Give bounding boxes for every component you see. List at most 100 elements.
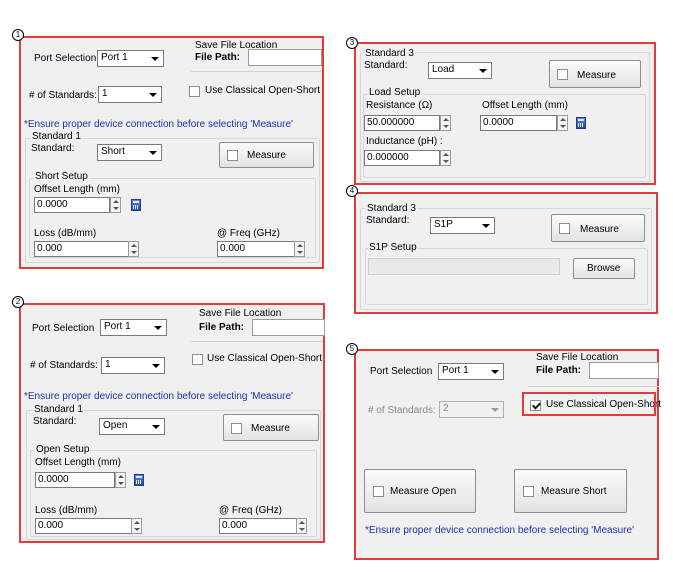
freq-input[interactable]: 0.000 xyxy=(219,518,297,534)
freq-spinner[interactable] xyxy=(294,241,305,257)
offset-length-input[interactable]: 0.0000 xyxy=(480,115,557,131)
offset-length-label: Offset Length (mm) xyxy=(34,184,120,195)
num-standards-label: # of Standards: xyxy=(29,90,97,101)
setup-group-label: Load Setup xyxy=(368,87,422,98)
resistance-value: 50.000000 xyxy=(367,117,415,128)
setup-group-label: Open Setup xyxy=(35,444,91,455)
measure-open-button[interactable]: Measure Open xyxy=(364,469,476,513)
port-select[interactable]: Port 1 xyxy=(438,363,504,380)
file-path-input[interactable] xyxy=(589,362,659,379)
standard-label: Standard: xyxy=(366,215,410,226)
offset-length-value: 0.0000 xyxy=(37,199,68,210)
measure-button[interactable]: Measure xyxy=(549,60,641,88)
measure-button[interactable]: Measure xyxy=(551,214,645,242)
port-select[interactable]: Port 1 xyxy=(100,319,167,336)
measure-short-button[interactable]: Measure Short xyxy=(514,469,627,513)
offset-length-input[interactable]: 0.0000 xyxy=(34,197,110,213)
freq-label: @ Freq (GHz) xyxy=(219,505,282,516)
port-select-value: Port 1 xyxy=(442,365,469,376)
calculator-icon[interactable] xyxy=(131,199,141,211)
measure-short-checkbox xyxy=(523,486,534,497)
loss-spinner[interactable] xyxy=(131,518,142,534)
browse-button-label: Browse xyxy=(587,263,621,274)
measure-open-checkbox xyxy=(373,486,384,497)
save-file-location-label: Save File Location xyxy=(199,308,282,319)
browse-button[interactable]: Browse xyxy=(573,258,635,279)
calculator-icon[interactable] xyxy=(134,474,144,486)
offset-length-spinner[interactable] xyxy=(557,115,568,131)
file-path-input[interactable] xyxy=(248,49,322,66)
loss-input[interactable]: 0.000 xyxy=(35,518,132,534)
offset-length-input[interactable]: 0.0000 xyxy=(35,472,115,488)
marker-3: 3 xyxy=(346,37,358,49)
standard-select[interactable]: S1P xyxy=(430,217,495,234)
loss-spinner[interactable] xyxy=(128,241,139,257)
measure-button[interactable]: Measure xyxy=(223,414,319,441)
file-path-label: File Path: xyxy=(536,365,582,376)
chevron-down-icon xyxy=(491,370,499,374)
freq-value: 0.000 xyxy=(222,520,248,531)
loss-label: Loss (dB/mm) xyxy=(35,505,98,516)
resistance-spinner[interactable] xyxy=(440,115,451,131)
inductance-spinner[interactable] xyxy=(440,150,451,166)
chevron-down-icon xyxy=(152,425,160,429)
inductance-input[interactable]: 0.000000 xyxy=(364,150,440,166)
inductance-value: 0.000000 xyxy=(367,152,409,163)
standard-select[interactable]: Load xyxy=(428,62,492,79)
offset-length-label: Offset Length (mm) xyxy=(35,457,121,468)
measure-checkbox xyxy=(557,69,568,80)
port-selection-label: Port Selection xyxy=(34,53,97,64)
loss-value: 0.000 xyxy=(37,243,63,254)
chevron-down-icon xyxy=(491,408,499,412)
measure-note: *Ensure proper device connection before … xyxy=(24,391,293,402)
loss-input[interactable]: 0.000 xyxy=(34,241,129,257)
measure-button-label: Measure xyxy=(247,150,286,161)
resistance-input[interactable]: 50.000000 xyxy=(364,115,440,131)
freq-spinner[interactable] xyxy=(296,518,307,534)
file-path-label: File Path: xyxy=(195,52,241,63)
file-path-input[interactable] xyxy=(252,319,325,336)
classical-open-short-checkbox[interactable] xyxy=(192,354,203,365)
num-standards-label: # of Standards: xyxy=(30,360,98,371)
offset-length-spinner[interactable] xyxy=(115,472,126,488)
marker-4: 4 xyxy=(346,185,358,197)
standard-select-value: Open xyxy=(103,420,128,431)
offset-length-value: 0.0000 xyxy=(483,117,514,128)
measure-note: *Ensure proper device connection before … xyxy=(365,525,634,536)
loss-label: Loss (dB/mm) xyxy=(34,228,97,239)
panel-2: Port Selection Port 1 Save File Location… xyxy=(19,303,325,543)
s1p-file-input[interactable] xyxy=(368,258,560,275)
num-standards-value: 1 xyxy=(105,359,111,370)
offset-length-spinner[interactable] xyxy=(110,197,121,213)
freq-input[interactable]: 0.000 xyxy=(217,241,295,257)
port-select[interactable]: Port 1 xyxy=(97,50,164,67)
port-selection-label: Port Selection xyxy=(32,323,95,334)
chevron-down-icon xyxy=(151,57,159,61)
panel-4: Standard 3 Standard: S1P Measure S1P Set… xyxy=(354,192,658,314)
standard-group-label: Standard 3 xyxy=(364,48,415,59)
classical-open-short-label: Use Classical Open-Short xyxy=(205,85,321,96)
freq-value: 0.000 xyxy=(220,243,246,254)
standard-select[interactable]: Short xyxy=(97,144,162,161)
classical-open-short-highlight xyxy=(522,392,656,416)
standard-select[interactable]: Open xyxy=(99,418,165,435)
freq-label: @ Freq (GHz) xyxy=(217,228,280,239)
classical-open-short-checkbox[interactable] xyxy=(189,86,200,97)
num-standards-select[interactable]: 1 xyxy=(101,357,165,374)
standard-label: Standard: xyxy=(33,416,77,427)
resistance-label: Resistance (Ω) xyxy=(366,100,433,111)
calculator-icon[interactable] xyxy=(576,117,586,129)
classical-open-short-label: Use Classical Open-Short xyxy=(207,353,323,364)
measure-checkbox xyxy=(227,150,238,161)
num-standards-select[interactable]: 1 xyxy=(98,86,162,103)
measure-button[interactable]: Measure xyxy=(219,142,314,168)
standard-group-label: Standard 1 xyxy=(33,404,84,415)
offset-length-value: 0.0000 xyxy=(38,474,69,485)
measure-checkbox xyxy=(231,423,242,434)
setup-group-label: S1P Setup xyxy=(368,242,418,253)
measure-button-label: Measure xyxy=(251,423,290,434)
standard-label: Standard: xyxy=(364,60,408,71)
measure-checkbox xyxy=(559,223,570,234)
standard-select-value: Load xyxy=(432,64,455,75)
standard-select-value: S1P xyxy=(434,219,453,230)
